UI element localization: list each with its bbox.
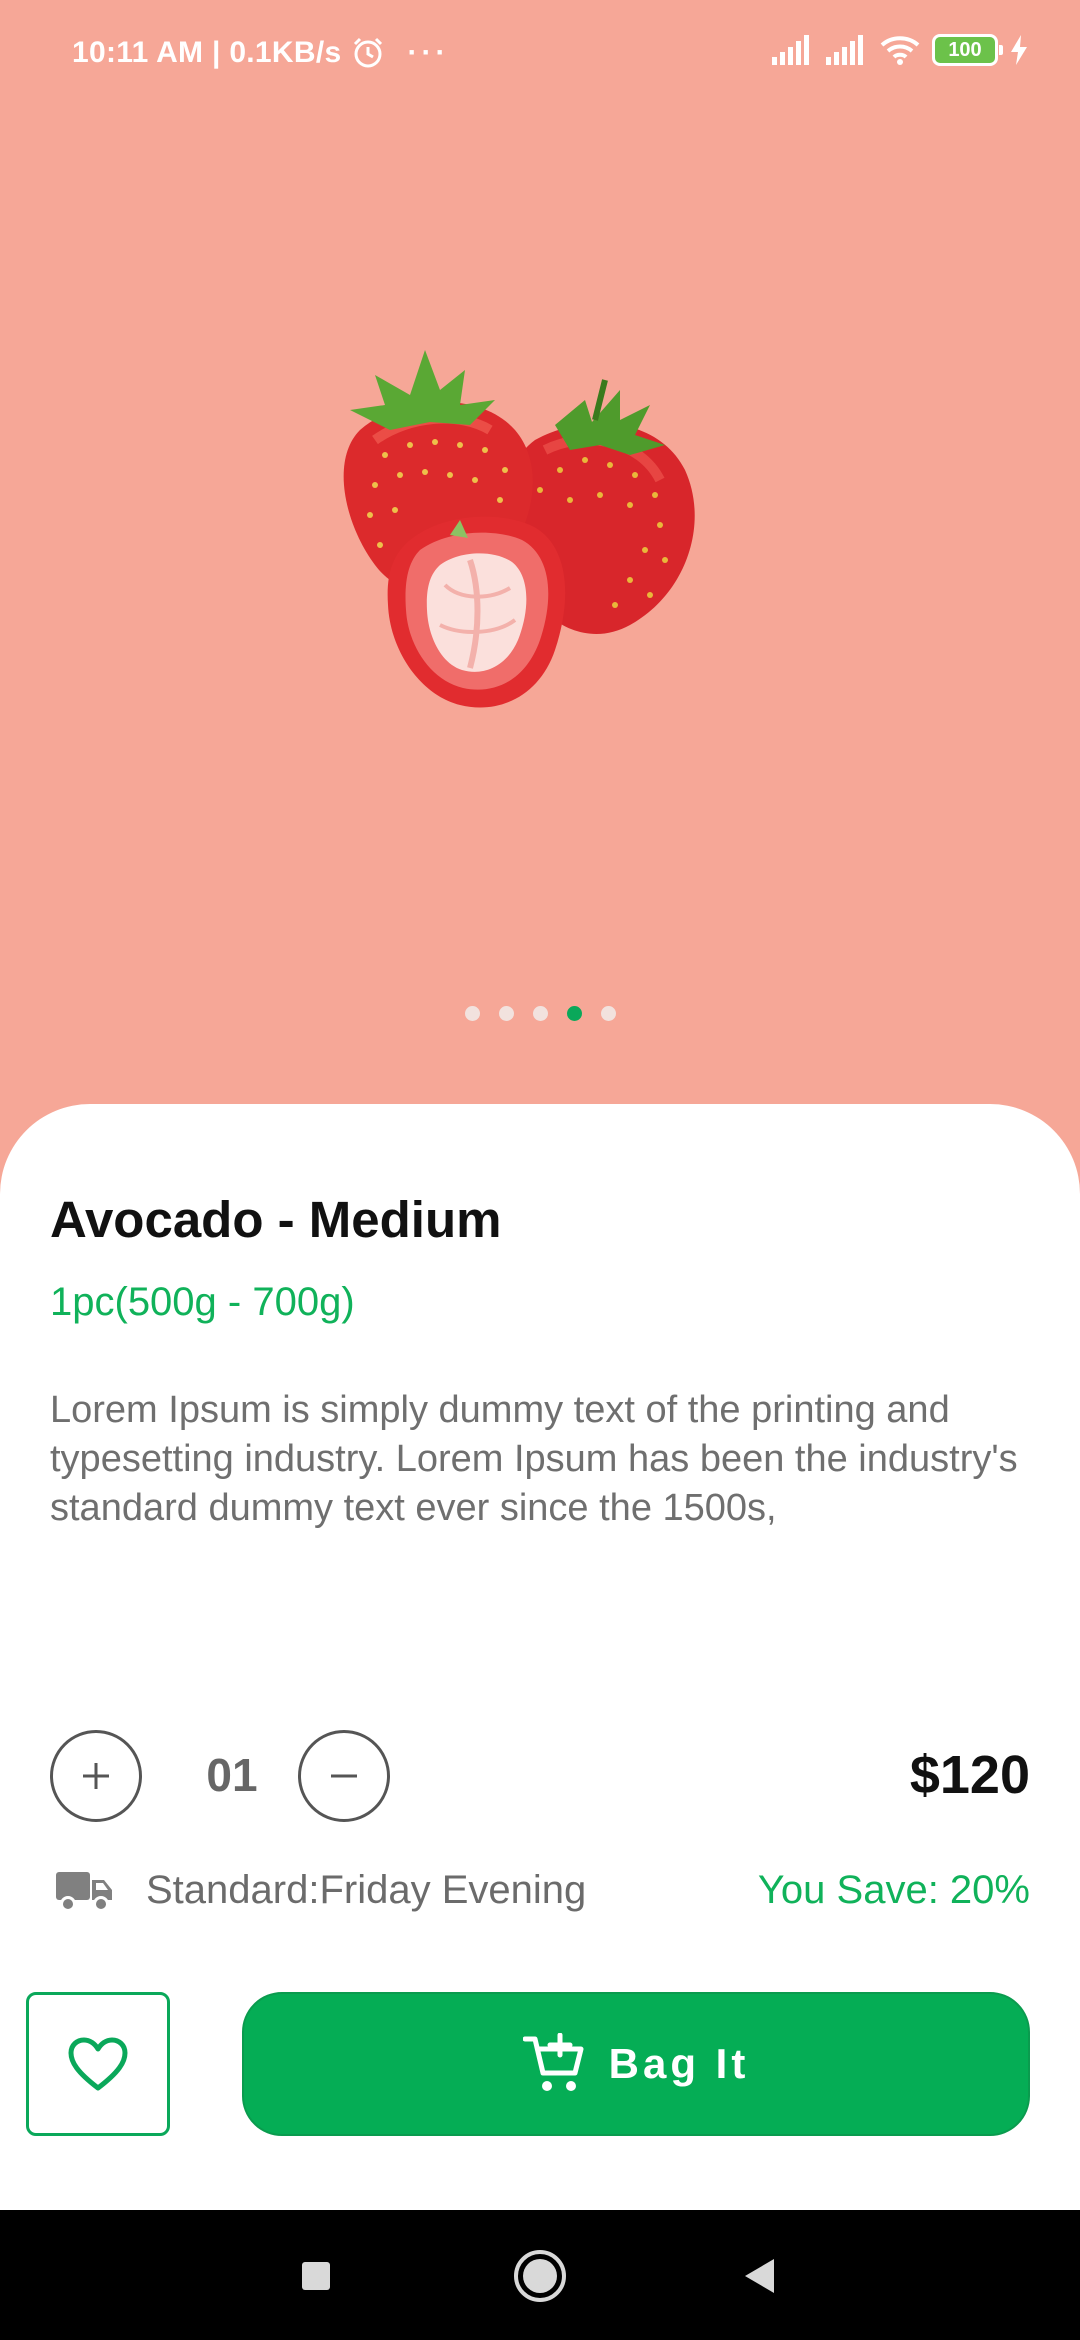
status-left: 10:11 AM | 0.1KB/s ··· <box>72 36 449 70</box>
add-to-cart-icon <box>522 2033 584 2091</box>
battery-icon: 100 <box>932 34 1003 66</box>
alarm-icon <box>354 37 383 68</box>
product-details-card: Avocado - Medium 1pc(500g - 700g) Lorem … <box>0 1104 1080 2210</box>
product-weight: 1pc(500g - 700g) <box>50 1280 355 1324</box>
quantity-price-row: 01 $120 <box>50 1728 1030 1824</box>
back-icon <box>745 2259 774 2293</box>
product-detail-screen: 10:11 AM | 0.1KB/s ··· 100 Avocado - Med… <box>0 0 1080 2340</box>
signal-icon <box>772 35 809 65</box>
delivery-info: Standard:Friday Evening <box>146 1868 587 1912</box>
savings-label: You Save: 20% <box>757 1868 1030 1912</box>
home-icon <box>514 2250 566 2302</box>
back-button[interactable] <box>730 2246 790 2306</box>
status-overflow: ··· <box>407 36 450 69</box>
status-bar: 10:11 AM | 0.1KB/s ··· 100 <box>0 0 1080 110</box>
product-description: Lorem Ipsum is simply dummy text of the … <box>50 1389 1018 1529</box>
product-title: Avocado - Medium <box>50 1191 502 1248</box>
product-price: $120 <box>909 1745 1030 1805</box>
bag-it-button[interactable]: Bag It <box>242 1992 1030 2136</box>
battery-level: 100 <box>948 38 982 61</box>
signal-icon <box>826 35 863 65</box>
minus-icon <box>331 1774 357 1778</box>
pager-dot[interactable] <box>600 1006 616 1021</box>
recents-icon <box>302 2262 330 2290</box>
delivery-truck-icon <box>56 1872 112 1912</box>
strawberries-image <box>343 350 695 708</box>
home-button[interactable] <box>510 2246 570 2306</box>
image-pager[interactable] <box>0 1006 1080 1021</box>
system-nav-bar <box>0 2210 1080 2340</box>
charging-icon <box>1011 35 1027 65</box>
plus-icon <box>83 1763 109 1789</box>
decrease-quantity-button[interactable] <box>298 1730 390 1822</box>
favorite-button[interactable] <box>26 1992 170 2136</box>
delivery-row: Standard:Friday Evening You Save: 20% <box>50 1860 1030 1920</box>
quantity-value: 01 <box>206 1749 258 1801</box>
heart-icon <box>68 2037 128 2091</box>
product-hero[interactable] <box>0 0 1080 1110</box>
pager-dot[interactable] <box>464 1006 480 1021</box>
pager-dot-active[interactable] <box>566 1006 582 1021</box>
recents-button[interactable] <box>286 2246 346 2306</box>
status-time: 10:11 AM | 0.1KB/s <box>72 36 342 69</box>
pager-dot[interactable] <box>498 1006 514 1021</box>
wifi-icon <box>880 36 920 65</box>
increase-quantity-button[interactable] <box>50 1730 142 1822</box>
pager-dot[interactable] <box>532 1006 548 1021</box>
status-right: 100 <box>772 34 1028 66</box>
bag-it-label: Bag It <box>608 2040 750 2087</box>
